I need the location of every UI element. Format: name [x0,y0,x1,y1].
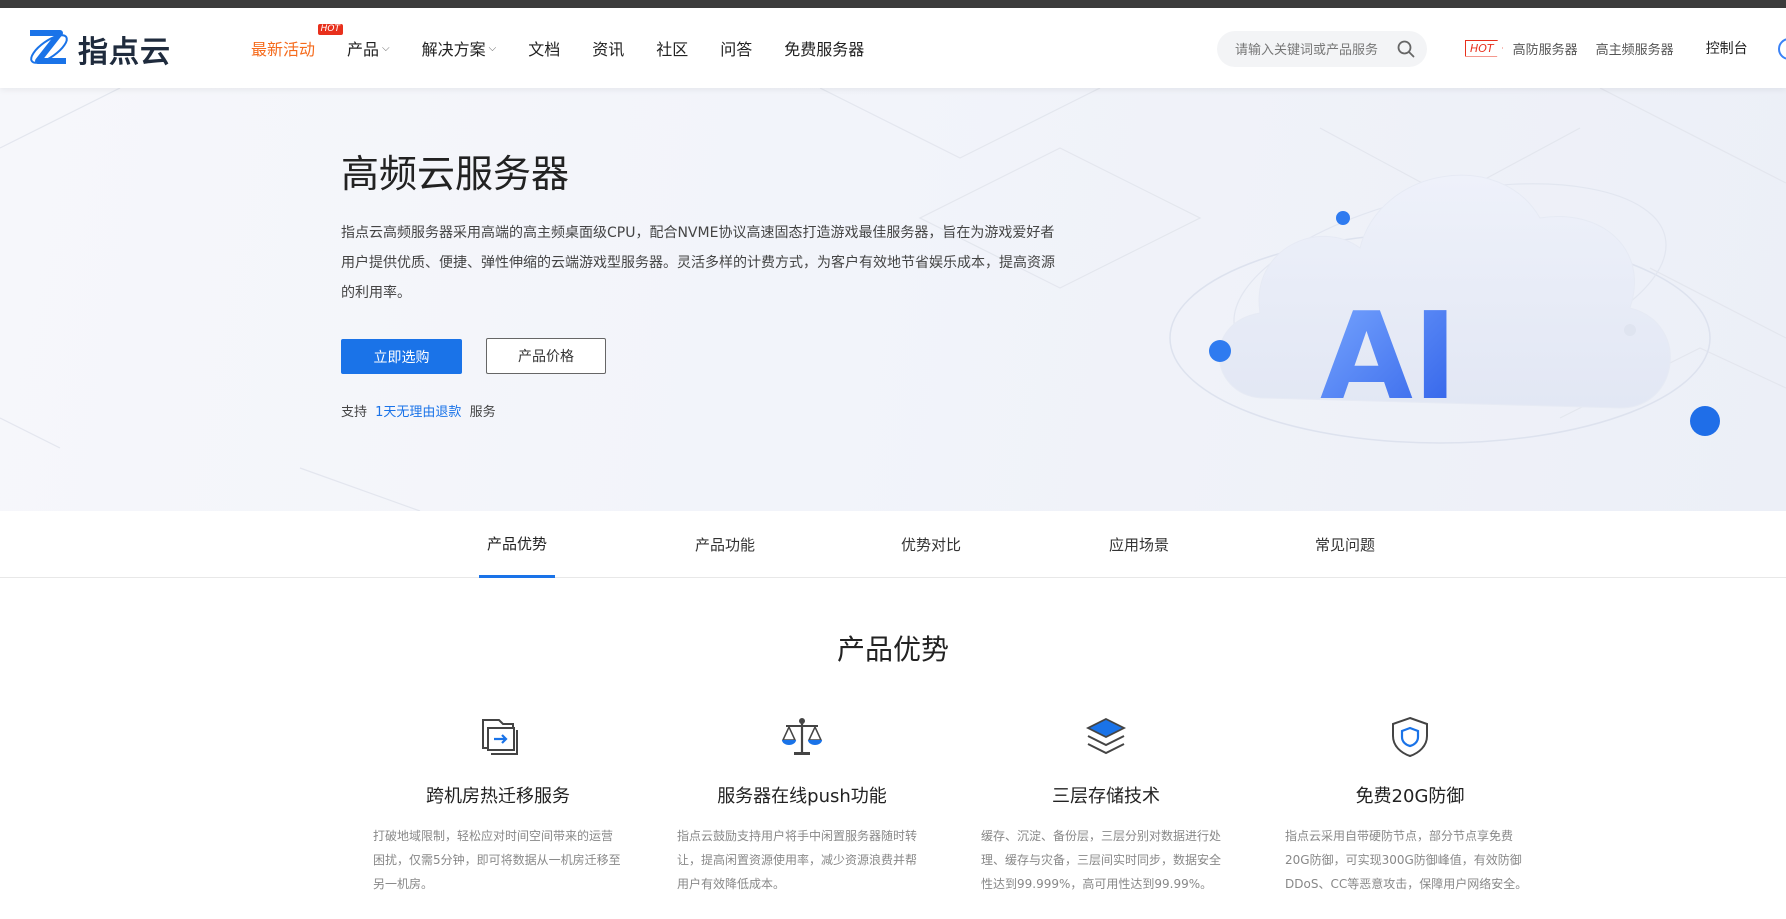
feature-card: 三层存储技术 缓存、沉淀、备份层，三层分别对数据进行处理、缓存与灾备，三层间实时… [981,714,1231,896]
feature-description: 打破地域限制，轻松应对时间空间带来的运营困扰，仅需5分钟，即可将数据从一机房迁移… [373,829,621,891]
nav-item-products[interactable]: 产品 ⌵ [347,36,390,60]
hero-title: 高频云服务器 [341,152,570,196]
buy-now-button[interactable]: 立即选购 [341,339,462,374]
chevron-down-icon: ⌵ [382,42,390,54]
nav-item-news[interactable]: 资讯 [592,36,624,60]
scale-icon [781,718,823,755]
feature-title: 跨机房热迁移服务 [426,786,570,807]
section-tabs: 产品优势 产品功能 优势对比 应用场景 常见问题 [0,511,1786,578]
tab-advantages[interactable]: 产品优势 [479,511,555,578]
nav-item-label: 文档 [528,40,561,59]
support-prefix: 支持 [341,405,368,420]
ai-glyph: AI [1320,288,1458,427]
advantages-title: 产品优势 [836,633,949,666]
top-navbar: 指点云 最新活动 HOT 产品 ⌵ 解决方案 ⌵ 文档 资讯 社区 问答 免费服… [0,8,1786,88]
feature-description: 指点云采用自带硬防节点，部分节点享免费20G防御，可实现300G防御峰值，有效防… [1285,829,1528,891]
hot-tag: HOT [317,24,344,35]
nav-item-label: 社区 [656,40,689,59]
support-suffix: 服务 [469,405,496,420]
avatar[interactable] [1778,38,1786,60]
search-icon[interactable] [1397,40,1415,58]
tab-faq[interactable]: 常见问题 [1307,511,1383,578]
nav-item-label: 资讯 [592,40,625,59]
console-link[interactable]: 控制台 [1706,38,1748,58]
hot-badge: HOT [1465,39,1503,57]
nav-item-label: 最新活动 [251,40,316,59]
tab-features[interactable]: 产品功能 [687,511,763,578]
link-ddos-server[interactable]: 高防服务器 [1513,39,1578,58]
shield-icon [1392,716,1428,758]
nav-item-solutions[interactable]: 解决方案 ⌵ [422,36,497,60]
link-high-freq-server[interactable]: 高主频服务器 [1596,39,1674,58]
feature-title: 服务器在线push功能 [717,786,887,807]
nav-item-latest-activity[interactable]: 最新活动 HOT [251,24,344,60]
feature-card: 跨机房热迁移服务 打破地域限制，轻松应对时间空间带来的运营困扰，仅需5分钟，即可… [373,714,623,896]
nav-item-community[interactable]: 社区 [656,36,688,60]
header-right-links: HOT 高防服务器 高主频服务器 控制台 [1465,8,1748,88]
nav-item-label: 解决方案 [421,40,486,59]
search-input[interactable] [1235,41,1395,57]
feature-description: 缓存、沉淀、备份层，三层分别对数据进行处理、缓存与灾备，三层间实时同步，数据安全… [981,829,1222,891]
cloud-ai-illustration: AI [1169,174,1720,444]
feature-card: 服务器在线push功能 指点云鼓励支持用户将手中闲置服务器随时转让，提高闲置资源… [677,714,927,896]
product-price-button[interactable]: 产品价格 [486,338,606,374]
refund-policy-link[interactable]: 1天无理由退款 [375,405,461,420]
tab-use-cases[interactable]: 应用场景 [1101,511,1177,578]
feature-title: 免费20G防御 [1355,786,1465,807]
nav-item-label: 免费服务器 [784,40,865,59]
layers-icon [1085,717,1127,755]
tab-comparison[interactable]: 优势对比 [893,511,969,578]
nav-item-label: 产品 [347,40,380,59]
chevron-down-icon: ⌵ [488,42,497,54]
hero-description: 指点云高频服务器采用高端的高主频桌面级CPU，配合NVME协议高速固态打造游戏最… [341,225,1055,301]
hero-banner: 高频云服务器 指点云高频服务器采用高端的高主频桌面级CPU，配合NVME协议高速… [0,88,1786,511]
nav-item-free-server[interactable]: 免费服务器 [784,36,864,60]
main-menu: 最新活动 HOT 产品 ⌵ 解决方案 ⌵ 文档 资讯 社区 问答 免费服务器 [251,8,896,88]
logo-text: 指点云 [78,35,171,70]
logo-mark-icon [30,30,68,64]
feature-description: 指点云鼓励支持用户将手中闲置服务器随时转让，提高闲置资源使用率，减少资源浪费并帮… [677,829,918,891]
feature-title: 三层存储技术 [1052,786,1160,807]
support-note: 支持 1天无理由退款 服务 [341,401,496,420]
logo[interactable]: 指点云 [26,26,171,72]
nav-item-label: 问答 [720,40,753,59]
search-box [1217,31,1427,67]
nav-item-docs[interactable]: 文档 [528,36,560,60]
migrate-icon [482,719,518,755]
browser-top-strip [0,0,1786,8]
nav-item-qa[interactable]: 问答 [720,36,752,60]
feature-card: 免费20G防御 指点云采用自带硬防节点，部分节点享免费20G防御，可实现300G… [1285,714,1535,896]
